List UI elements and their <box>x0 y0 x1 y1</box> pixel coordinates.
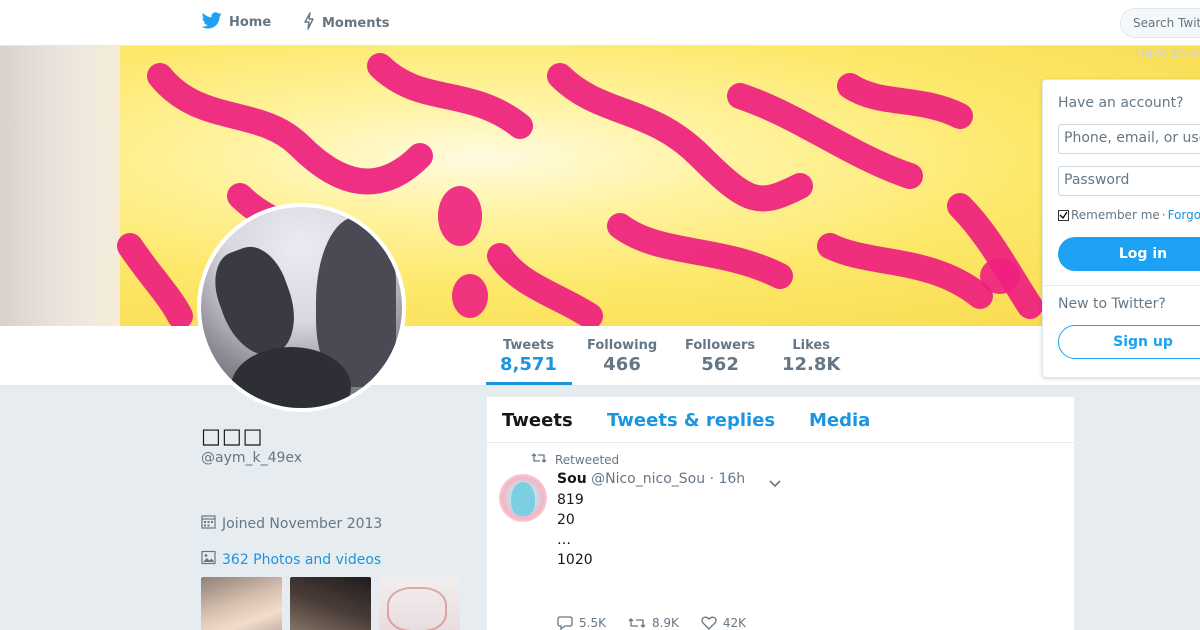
stat-following-label: Following <box>587 338 658 353</box>
tweet-line: … <box>557 532 571 548</box>
reply-icon <box>557 616 573 630</box>
photos-videos-link[interactable]: 362 Photos and videos <box>201 550 381 569</box>
search-input[interactable]: Search Twitter <box>1120 8 1200 38</box>
timeline: Tweets Tweets & replies Media Retweeted … <box>487 397 1074 630</box>
tweet-line: 20 <box>557 512 575 528</box>
login-divider <box>1043 285 1200 286</box>
profile-banner: birth <box>0 46 1200 326</box>
signup-button[interactable]: Sign up <box>1058 325 1200 359</box>
twitter-bird-icon <box>201 12 222 33</box>
photos-videos-label: 362 Photos and videos <box>222 551 382 568</box>
retweet-action-icon <box>628 617 646 629</box>
stat-following-value: 466 <box>603 354 641 375</box>
tweet-timestamp[interactable]: · 16h <box>710 471 746 487</box>
tweet-line: 819 <box>557 492 584 508</box>
stat-likes-label: Likes <box>792 338 830 353</box>
nav-home[interactable]: Home <box>201 12 272 33</box>
tab-media[interactable]: Media <box>809 410 870 431</box>
timeline-tabs: Tweets Tweets & replies Media <box>487 397 1074 443</box>
heart-icon <box>701 616 717 630</box>
remember-me-label: Remember me <box>1071 208 1160 222</box>
phone-email-username-field[interactable]: Phone, email, or username <box>1058 124 1200 154</box>
media-thumbnail-1[interactable] <box>201 577 282 630</box>
retweet-icon <box>531 452 547 467</box>
profile-joined-label: Joined November 2013 <box>222 515 383 532</box>
retweet-count: 8.9K <box>651 616 679 630</box>
image-icon <box>201 550 216 569</box>
stat-likes[interactable]: Likes 12.8K <box>782 338 840 375</box>
profile-joined: Joined November 2013 <box>201 514 382 533</box>
password-field[interactable]: Password <box>1058 166 1200 196</box>
login-title: Have an account? <box>1058 95 1184 111</box>
tweet-avatar-face <box>511 482 535 516</box>
media-thumbnail-3[interactable] <box>379 577 460 630</box>
active-stat-underline <box>486 382 572 385</box>
banner-icing-drizzle <box>117 53 1043 326</box>
remember-me-row: Remember me · Forgot password? <box>1058 208 1200 222</box>
like-button[interactable]: 42K <box>701 616 746 630</box>
remember-me-checkbox[interactable] <box>1058 209 1069 221</box>
tweet-text: 819 20 … 1020 <box>557 490 593 570</box>
tweet-line: 1020 <box>557 552 593 568</box>
stat-followers[interactable]: Followers 562 <box>685 338 755 375</box>
tweet-header: Sou @Nico_nico_Sou · 16h <box>557 471 745 487</box>
tweet-actions: 5.5K 8.9K 42K <box>557 616 746 630</box>
reply-button[interactable]: 5.5K <box>557 616 606 630</box>
lightning-icon <box>303 12 315 34</box>
calendar-icon <box>201 514 216 533</box>
media-thumbnail-2[interactable] <box>290 577 371 630</box>
profile-handle[interactable]: @aym_k_49ex <box>201 450 302 466</box>
stat-followers-value: 562 <box>701 354 739 375</box>
retweet-context: Retweeted <box>531 452 619 467</box>
remember-separator: · <box>1161 208 1166 222</box>
stat-followers-label: Followers <box>685 338 756 353</box>
nav-home-label: Home <box>229 15 272 30</box>
stat-following[interactable]: Following 466 <box>587 338 657 375</box>
profile-avatar[interactable] <box>197 203 406 412</box>
tweet-author-avatar[interactable] <box>499 474 547 522</box>
login-toggle-text[interactable]: Have an account? <box>1136 46 1200 60</box>
forgot-password-link[interactable]: Forgot password? <box>1168 208 1200 222</box>
retweeted-label: Retweeted <box>555 452 620 467</box>
stat-likes-value: 12.8K <box>782 354 841 375</box>
tweet-author-handle[interactable]: @Nico_nico_Sou <box>591 471 705 487</box>
stat-tweets-label: Tweets <box>502 338 554 353</box>
stat-tweets[interactable]: Tweets 8,571 <box>500 338 557 375</box>
profile-name[interactable]: □□□ <box>201 424 264 448</box>
top-nav-bar: Home Moments Search Twitter <box>0 0 1200 46</box>
tweet-author-name[interactable]: Sou <box>557 471 587 487</box>
thumbnail-sketch <box>387 587 447 630</box>
stat-tweets-value: 8,571 <box>500 354 557 375</box>
new-to-twitter-label: New to Twitter? <box>1058 296 1166 312</box>
tab-tweets[interactable]: Tweets <box>502 410 573 431</box>
chevron-down-icon[interactable] <box>768 474 782 493</box>
retweet-button[interactable]: 8.9K <box>628 616 679 630</box>
login-dropdown: Have an account? Phone, email, or userna… <box>1042 79 1200 378</box>
like-count: 42K <box>722 616 747 630</box>
login-button[interactable]: Log in <box>1058 237 1200 271</box>
reply-count: 5.5K <box>579 616 606 630</box>
tweet-item[interactable]: Retweeted Sou @Nico_nico_Sou · 16h 819 2… <box>487 444 1074 630</box>
nav-moments[interactable]: Moments <box>303 12 389 34</box>
nav-moments-label: Moments <box>322 15 390 31</box>
tab-tweets-replies[interactable]: Tweets & replies <box>607 410 775 431</box>
